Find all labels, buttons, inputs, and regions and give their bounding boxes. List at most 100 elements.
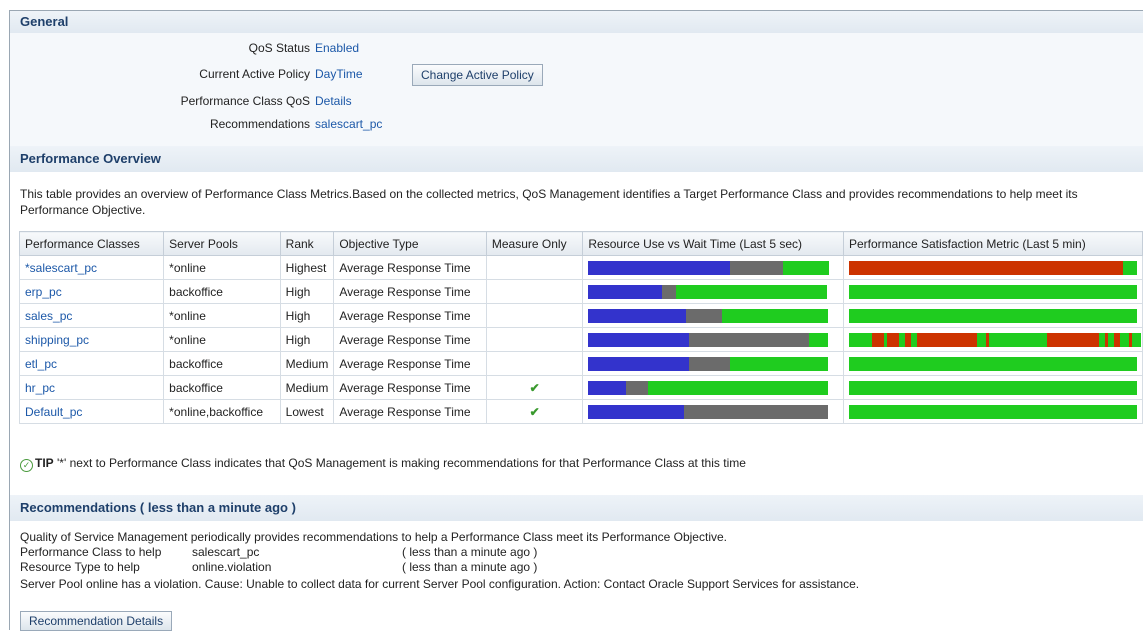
pc-name-link[interactable]: hr_pc (18, 375, 165, 400)
measure-only-cell: ✔ (485, 399, 584, 424)
satisfaction-segment-green (848, 380, 1137, 395)
col-satisfaction-metric: Performance Satisfaction Metric (Last 5 … (842, 231, 1143, 256)
pc-qos-details-link[interactable]: Details (315, 90, 352, 112)
measure-only-cell (485, 255, 584, 280)
violation-message: Server Pool online has a violation. Caus… (20, 577, 860, 591)
pc-qos-row: Performance Class QoS Details (10, 90, 1143, 112)
rank-cell: High (279, 279, 335, 304)
resource-use-cell (582, 399, 844, 424)
measure-only-cell (485, 351, 584, 376)
satisfaction-segment-red (916, 332, 977, 347)
satisfaction-cell (842, 351, 1143, 376)
resource-use-cell (582, 303, 844, 328)
rank-cell: Lowest (279, 399, 335, 424)
pc-qos-label: Performance Class QoS (180, 94, 310, 108)
col-objective-type: Objective Type (333, 231, 487, 256)
satisfaction-segment-red (848, 260, 1123, 275)
satisfaction-bar (848, 260, 1137, 275)
objective-type-cell: Average Response Time (333, 279, 487, 304)
satisfaction-segment-green (976, 332, 986, 347)
pc-name-link[interactable]: etl_pc (18, 351, 165, 376)
server-pools-cell: *online,backoffice (163, 399, 281, 424)
checkmark-icon: ✔ (529, 380, 540, 395)
resource-segment-gray (686, 308, 723, 323)
server-pools-cell: backoffice (163, 279, 281, 304)
recommendations-link[interactable]: salescart_pc (315, 113, 382, 135)
tip-text: '*' next to Performance Class indicates … (57, 456, 746, 470)
measure-only-cell (485, 303, 584, 328)
satisfaction-segment-green (848, 284, 1137, 299)
satisfaction-segment-green (1122, 260, 1137, 275)
table-row: hr_pc backoffice Medium Average Response Ti… (18, 375, 1143, 400)
measure-only-cell (485, 279, 584, 304)
resource-segment-gray (689, 356, 731, 371)
satisfaction-segment-green (848, 404, 1137, 419)
resource-segment-green (783, 260, 830, 275)
resource-segment-blue (588, 284, 663, 299)
objective-type-cell: Average Response Time (333, 375, 487, 400)
resource-segment-gray (626, 380, 649, 395)
satisfaction-cell (842, 327, 1143, 352)
satisfaction-bar (848, 284, 1137, 299)
objective-type-cell: Average Response Time (333, 255, 487, 280)
resource-segment-blue (588, 356, 690, 371)
qos-dashboard: General QoS Status Enabled Current Activ… (9, 10, 1143, 631)
resource-use-bar (588, 404, 829, 419)
pc-name-link[interactable]: *salescart_pc (18, 255, 165, 280)
satisfaction-segment-green (988, 332, 1047, 347)
pc-name-link[interactable]: shipping_pc (18, 327, 165, 352)
active-policy-label: Current Active Policy (199, 67, 310, 81)
recommendations-intro: Quality of Service Management periodical… (20, 530, 727, 544)
table-row: erp_pc backoffice High Average Response Tim… (18, 279, 1143, 304)
satisfaction-bar (848, 404, 1137, 419)
rank-cell: Medium (279, 351, 335, 376)
pc-to-help-label: Performance Class to help (20, 545, 162, 559)
resource-segment-blue (588, 308, 687, 323)
resource-type-value: online.violation (192, 560, 272, 574)
rank-cell: Medium (279, 375, 335, 400)
resource-segment-green (648, 380, 829, 395)
resource-segment-green (809, 332, 829, 347)
resource-segment-blue (588, 404, 685, 419)
satisfaction-segment-green (848, 308, 1137, 323)
tip-row: ✓ TIP '*' next to Performance Class indic… (20, 455, 746, 472)
satisfaction-segment-red (886, 332, 899, 347)
check-circle-icon: ✓ (20, 459, 33, 472)
active-policy-link[interactable]: DayTime (315, 63, 363, 85)
resource-segment-blue (588, 380, 627, 395)
recommendations-label: Recommendations (209, 117, 310, 131)
qos-status-link[interactable]: Enabled (315, 37, 359, 59)
resource-use-cell (582, 327, 844, 352)
satisfaction-segment-red (1046, 332, 1099, 347)
resource-use-cell (582, 375, 844, 400)
performance-table: Performance Classes Server Pools Rank Ob… (18, 231, 1143, 424)
objective-type-cell: Average Response Time (333, 399, 487, 424)
resource-type-label: Resource Type to help (20, 560, 140, 574)
pc-name-link[interactable]: sales_pc (18, 303, 165, 328)
checkmark-icon: ✔ (529, 404, 540, 419)
qos-status-row: QoS Status Enabled (10, 37, 1143, 59)
recommendation-details-button[interactable]: Recommendation Details (20, 611, 173, 631)
satisfaction-segment-green (848, 332, 872, 347)
satisfaction-segment-red (871, 332, 884, 347)
pc-name-link[interactable]: Default_pc (18, 399, 165, 424)
table-row: sales_pc *online High Average Response Time (18, 303, 1143, 328)
col-resource-use: Resource Use vs Wait Time (Last 5 sec) (582, 231, 844, 256)
server-pools-cell: *online (163, 327, 281, 352)
objective-type-cell: Average Response Time (333, 351, 487, 376)
col-performance-classes: Performance Classes (18, 231, 165, 256)
recommendations-title: Recommendations ( less than a minute ago… (10, 495, 1143, 521)
general-section-title: General (10, 11, 1143, 33)
server-pools-cell: *online (163, 303, 281, 328)
table-row: shipping_pc *online High Average Response T… (18, 327, 1143, 352)
pc-name-link[interactable]: erp_pc (18, 279, 165, 304)
server-pools-cell: *online (163, 255, 281, 280)
change-active-policy-button[interactable]: Change Active Policy (412, 64, 543, 86)
measure-only-cell: ✔ (485, 375, 584, 400)
performance-overview-title: Performance Overview (10, 146, 1143, 172)
resource-use-bar (588, 332, 829, 347)
resource-use-bar (588, 260, 830, 275)
resource-segment-gray (730, 260, 784, 275)
qos-status-label: QoS Status (248, 41, 310, 55)
resource-segment-gray (662, 284, 677, 299)
